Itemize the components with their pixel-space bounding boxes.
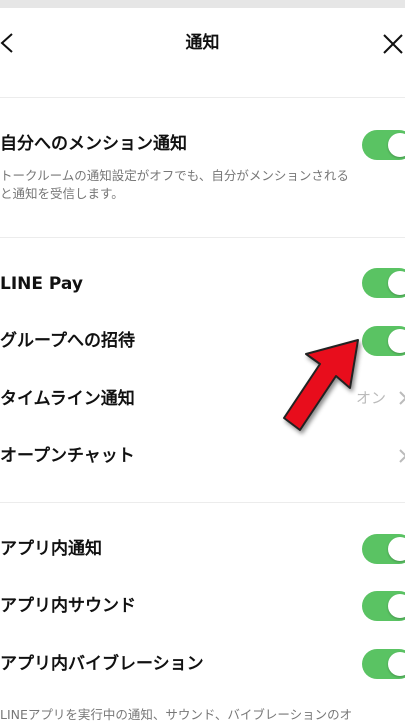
open-chat-label[interactable]: オープンチャット (0, 445, 135, 467)
red-arrow-icon (283, 339, 359, 431)
mention-notification-label: 自分へのメンション通知 (0, 134, 187, 154)
toggle-knob (388, 271, 405, 295)
mention-description-line2: と通知を受信します。 (0, 186, 124, 201)
chevron-right-icon[interactable] (398, 449, 405, 463)
footer-description: LINEアプリを実行中の通知、サウンド、バイブレーションのオ (0, 707, 353, 722)
divider (0, 237, 405, 238)
chevron-right-icon[interactable] (398, 391, 405, 405)
in-app-notification-label: アプリ内通知 (0, 539, 102, 559)
toggle-knob (388, 329, 405, 353)
header: 通知 (0, 8, 405, 96)
line-pay-toggle[interactable] (362, 268, 405, 298)
toggle-knob (388, 594, 405, 618)
in-app-sound-toggle[interactable] (362, 591, 405, 621)
timeline-notification-label[interactable]: タイムライン通知 (0, 388, 135, 410)
mention-notification-toggle[interactable] (362, 130, 405, 160)
divider (0, 97, 405, 98)
toggle-knob (388, 537, 405, 561)
divider (0, 502, 405, 503)
page-title: 通知 (185, 33, 220, 53)
in-app-vibration-label: アプリ内バイブレーション (0, 654, 204, 674)
status-bar (0, 0, 405, 8)
in-app-notification-toggle[interactable] (362, 534, 405, 564)
in-app-sound-label: アプリ内サウンド (0, 596, 136, 616)
toggle-knob (388, 133, 405, 157)
toggle-knob (388, 652, 405, 676)
line-pay-label: LINE Pay (0, 274, 83, 294)
close-icon[interactable] (381, 32, 405, 56)
in-app-vibration-toggle[interactable] (362, 649, 405, 679)
mention-description-line1: トークルームの通知設定がオフでも、自分がメンションされる (0, 168, 349, 183)
group-invite-label: グループへの招待 (0, 331, 135, 351)
